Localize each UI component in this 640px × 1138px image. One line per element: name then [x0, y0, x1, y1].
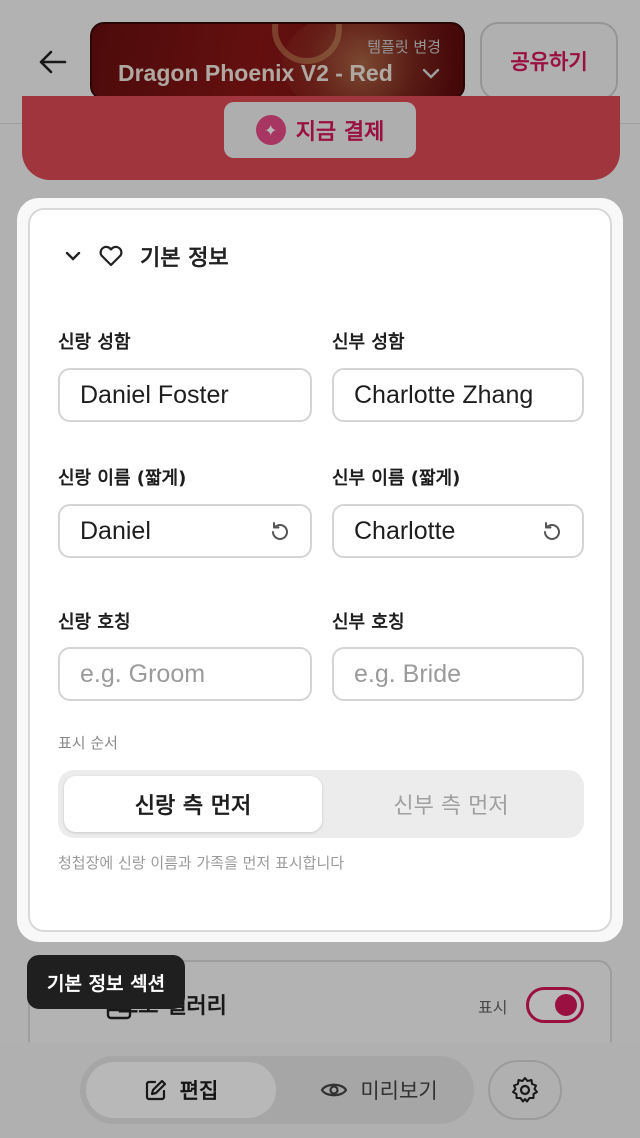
section-header[interactable]: 기본 정보 — [64, 240, 229, 272]
preview-tab[interactable]: 미리보기 — [294, 1062, 464, 1118]
bride-title-label: 신부 호칭 — [332, 612, 405, 633]
bride-title-input[interactable]: e.g. Bride — [332, 647, 584, 701]
basic-info-section: 기본 정보 신랑 성함 신부 성함 Daniel Foster Charlott… — [28, 208, 612, 932]
groom-first-option[interactable]: 신랑 측 먼저 — [64, 776, 322, 832]
groom-short-input[interactable]: Daniel — [58, 504, 312, 558]
share-button[interactable]: 공유하기 — [480, 22, 618, 100]
bride-name-label: 신부 성함 — [332, 332, 405, 353]
groom-name-input[interactable]: Daniel Foster — [58, 368, 312, 422]
groom-short-value: Daniel — [80, 516, 151, 545]
back-button[interactable] — [30, 40, 74, 84]
display-order-hint: 청첩장에 신랑 이름과 가족을 먼저 표시합니다 — [58, 854, 345, 872]
gear-icon — [512, 1077, 538, 1103]
edit-tab-label: 편집 — [179, 1079, 219, 1103]
display-order-switch: 신랑 측 먼저 신부 측 먼저 — [58, 770, 584, 838]
arrow-left-icon — [39, 50, 67, 74]
display-order-label: 표시 순서 — [58, 734, 118, 752]
preview-tab-label: 미리보기 — [360, 1079, 438, 1103]
gallery-show-label: 표시 — [478, 998, 508, 1017]
pay-now-label: 지금 결제 — [295, 120, 385, 145]
edit-tab[interactable]: 편집 — [86, 1062, 276, 1118]
chevron-down-icon — [421, 66, 441, 85]
pay-now-button[interactable]: ✦ 지금 결제 — [224, 102, 416, 158]
section-title: 기본 정보 — [140, 246, 229, 271]
heart-icon — [99, 245, 123, 267]
groom-title-input[interactable]: e.g. Groom — [58, 647, 312, 701]
bride-short-value: Charlotte — [354, 516, 456, 545]
reset-icon[interactable] — [540, 520, 564, 551]
bride-name-input[interactable]: Charlotte Zhang — [332, 368, 584, 422]
template-selector[interactable]: 템플릿 변경 Dragon Phoenix V2 - Red — [90, 22, 465, 100]
template-name: Dragon Phoenix V2 - Red — [118, 60, 393, 86]
toggle-knob — [555, 994, 577, 1016]
bride-short-input[interactable]: Charlotte — [332, 504, 584, 558]
reset-icon[interactable] — [268, 520, 292, 551]
section-tooltip: 기본 정보 섹션 — [27, 955, 186, 1009]
chevron-down-icon — [65, 251, 81, 261]
groom-short-label: 신랑 이름 (짧게) — [58, 468, 187, 489]
sparkle-icon: ✦ — [255, 115, 286, 145]
settings-button[interactable] — [488, 1060, 562, 1120]
bride-first-option[interactable]: 신부 측 먼저 — [322, 776, 580, 832]
gallery-toggle[interactable] — [526, 987, 584, 1023]
groom-title-label: 신랑 호칭 — [58, 612, 131, 633]
eye-icon — [321, 1083, 348, 1097]
groom-name-label: 신랑 성함 — [58, 332, 131, 353]
pencil-square-icon — [145, 1079, 166, 1101]
template-change-label: 템플릿 변경 — [367, 38, 441, 56]
mode-switch: 편집 미리보기 — [80, 1056, 474, 1124]
bride-short-label: 신부 이름 (짧게) — [332, 468, 461, 489]
